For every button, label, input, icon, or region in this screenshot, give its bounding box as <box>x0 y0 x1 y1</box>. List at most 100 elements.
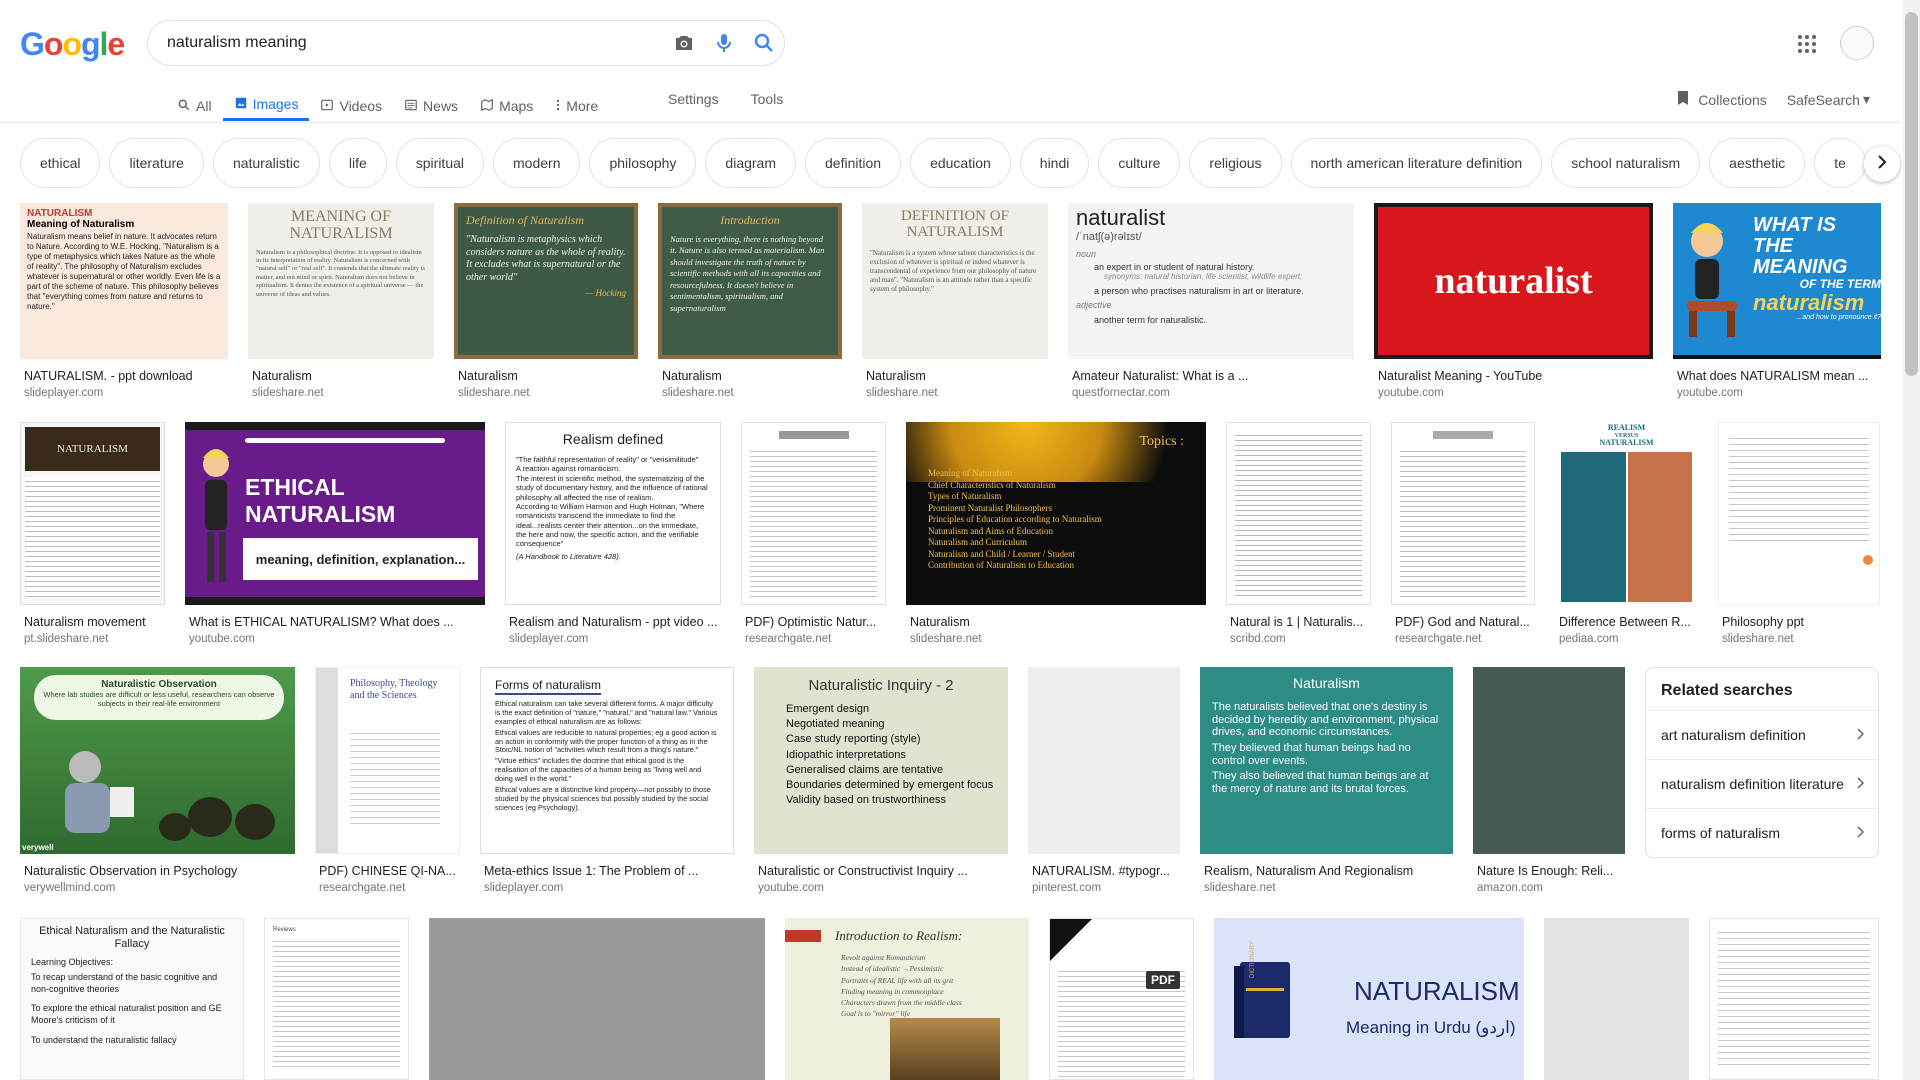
related-search-item[interactable]: art naturalism definition <box>1646 710 1878 759</box>
image-result[interactable] <box>429 918 765 1080</box>
result-caption[interactable]: NATURALISM. #typogr... <box>1032 864 1180 878</box>
result-caption[interactable]: Naturalism <box>866 369 1048 383</box>
google-logo[interactable]: Google <box>20 26 125 63</box>
chip[interactable]: definition <box>805 138 902 188</box>
image-result[interactable]: Introduction Nature is everything, there… <box>658 203 842 403</box>
thumb-title: Introduction to Realism: <box>835 928 963 943</box>
related-search-item[interactable]: forms of naturalism <box>1646 808 1878 857</box>
chips-next-button[interactable] <box>1864 146 1900 182</box>
image-result[interactable]: NATURALISM Meaning of Naturalism Natural… <box>20 203 228 403</box>
image-result[interactable]: Ethical Naturalism and the Naturalistic … <box>20 918 244 1080</box>
result-caption[interactable]: Philosophy ppt <box>1722 615 1880 629</box>
apps-grid-icon[interactable] <box>1795 32 1819 61</box>
chip[interactable]: naturalistic <box>212 138 320 188</box>
image-result[interactable]: Forms of naturalism Ethical naturalism c… <box>480 667 734 894</box>
image-result[interactable]: NATURALISM. #typogr... pinterest.com <box>1028 667 1180 894</box>
chip[interactable]: education <box>910 138 1011 188</box>
tab-videos[interactable]: Videos <box>309 90 393 122</box>
chip[interactable]: spiritual <box>395 138 485 188</box>
tab-news[interactable]: News <box>393 90 469 122</box>
result-caption[interactable]: Realism and Naturalism - ppt video ... <box>509 615 721 629</box>
image-result[interactable] <box>1544 918 1689 1080</box>
chip[interactable]: aesthetic <box>1709 138 1806 188</box>
collections-link[interactable]: Collections <box>1676 90 1767 109</box>
camera-icon[interactable] <box>664 23 704 63</box>
microphone-icon[interactable] <box>704 23 744 63</box>
image-result[interactable] <box>1709 918 1879 1080</box>
image-result[interactable]: naturalist /ˈnatʃ(ə)rəlɪst/ noun an expe… <box>1068 203 1354 403</box>
related-search-item[interactable]: naturalism definition literature <box>1646 759 1878 808</box>
tab-maps[interactable]: Maps <box>469 90 544 122</box>
image-result[interactable]: PDF) Optimistic Natur... researchgate.ne… <box>741 422 886 647</box>
result-caption[interactable]: Naturalistic or Constructivist Inquiry .… <box>758 864 1008 878</box>
result-caption[interactable]: Naturalism <box>458 369 638 383</box>
thumb-item: Boundaries determined by emergent focus <box>786 778 994 791</box>
settings-link[interactable]: Settings <box>668 91 719 107</box>
image-result[interactable]: WHAT IS THE MEANING OF THE TERM naturali… <box>1673 203 1881 403</box>
chip[interactable]: north american literature definition <box>1290 138 1543 188</box>
result-caption[interactable]: Nature Is Enough: Reli... <box>1477 864 1625 878</box>
image-result[interactable]: DICTIONARY NATURALISM Meaning in Urdu (ا… <box>1214 918 1524 1080</box>
image-result[interactable]: REALISM VERSUS NATURALISM Difference Bet… <box>1555 422 1698 647</box>
image-result[interactable]: ETHICAL NATURALISM meaning, definition, … <box>185 422 485 647</box>
tab-images[interactable]: Images <box>222 90 310 121</box>
image-result[interactable]: Nature Is Enough: Reli... amazon.com <box>1473 667 1625 894</box>
tools-link[interactable]: Tools <box>751 91 784 107</box>
image-result[interactable]: Reviews <box>264 918 409 1080</box>
chip[interactable]: culture <box>1098 138 1181 188</box>
scrollbar-thumb[interactable] <box>1905 12 1918 376</box>
result-caption[interactable]: What does NATURALISM mean ... <box>1677 369 1881 383</box>
logo-letter: o <box>62 26 82 62</box>
search-input[interactable] <box>167 34 664 52</box>
image-result[interactable]: Naturalistic Inquiry - 2 Emergent design… <box>754 667 1008 894</box>
result-caption[interactable]: Amateur Naturalist: What is a ... <box>1072 369 1354 383</box>
result-caption[interactable]: PDF) CHINESE QI-NA... <box>319 864 460 878</box>
image-result[interactable]: Philosophy, Theology and the Sciences PD… <box>315 667 460 894</box>
result-caption[interactable]: What is ETHICAL NATURALISM? What does ..… <box>189 615 485 629</box>
search-icon[interactable] <box>744 23 784 63</box>
result-caption[interactable]: PDF) God and Natural... <box>1395 615 1535 629</box>
result-caption[interactable]: Naturalism <box>252 369 434 383</box>
image-result[interactable]: Introduction to Realism: Revolt against … <box>785 918 1029 1080</box>
chip[interactable]: life <box>328 138 387 188</box>
image-result[interactable]: Naturalistic Observation Where lab studi… <box>20 667 295 894</box>
image-result[interactable]: naturalist Naturalist Meaning - YouTube … <box>1374 203 1653 403</box>
safesearch-dropdown[interactable]: SafeSearch ▾ <box>1787 91 1870 108</box>
chip[interactable]: school naturalism <box>1551 138 1701 188</box>
image-result[interactable]: MEANING OF NATURALISM Naturalism is a ph… <box>248 203 434 403</box>
thumbnail: MEANING OF NATURALISM Naturalism is a ph… <box>248 203 434 359</box>
chip[interactable]: hindi <box>1019 138 1090 188</box>
chip[interactable]: religious <box>1189 138 1282 188</box>
result-caption[interactable]: Realism, Naturalism And Regionalism <box>1204 864 1453 878</box>
image-result[interactable]: DEFINITION OF NATURALISM "Naturalism is … <box>862 203 1048 403</box>
result-caption[interactable]: Naturalism <box>662 369 842 383</box>
image-result[interactable]: Definition of Naturalism "Naturalism is … <box>454 203 638 403</box>
image-result[interactable]: Topics : Meaning of Naturalism Chief Cha… <box>906 422 1206 647</box>
chip[interactable]: te <box>1814 138 1866 188</box>
result-caption[interactable]: Naturalistic Observation in Psychology <box>24 864 295 878</box>
result-caption[interactable]: NATURALISM. - ppt download <box>24 369 228 383</box>
result-caption[interactable]: Naturalist Meaning - YouTube <box>1378 369 1653 383</box>
related-search-label: naturalism definition literature <box>1661 776 1844 792</box>
chip[interactable]: literature <box>109 138 204 188</box>
image-result[interactable]: Realism defined "The faithful representa… <box>505 422 721 647</box>
result-caption[interactable]: Meta-ethics Issue 1: The Problem of ... <box>484 864 734 878</box>
result-caption[interactable]: Natural is 1 | Naturalis... <box>1230 615 1371 629</box>
image-result[interactable]: Philosophy ppt slideshare.net <box>1718 422 1880 647</box>
image-result[interactable]: Naturalism The naturalists believed that… <box>1200 667 1453 894</box>
image-result[interactable]: Natural is 1 | Naturalis... scribd.com <box>1226 422 1371 647</box>
image-result[interactable]: PDF) God and Natural... researchgate.net <box>1391 422 1535 647</box>
avatar[interactable] <box>1840 26 1874 60</box>
image-result[interactable]: NATURALISM Naturalism movement pt.slides… <box>20 422 165 647</box>
tab-all[interactable]: All <box>166 90 223 122</box>
image-result[interactable]: PDF <box>1049 918 1194 1080</box>
result-caption[interactable]: PDF) Optimistic Natur... <box>745 615 886 629</box>
chip[interactable]: ethical <box>20 138 101 188</box>
result-caption[interactable]: Difference Between R... <box>1559 615 1698 629</box>
chip[interactable]: philosophy <box>589 138 697 188</box>
chip[interactable]: modern <box>493 138 581 188</box>
chip[interactable]: diagram <box>705 138 797 188</box>
result-caption[interactable]: Naturalism <box>910 615 1206 629</box>
result-caption[interactable]: Naturalism movement <box>24 615 165 629</box>
tab-more[interactable]: More <box>544 90 609 122</box>
